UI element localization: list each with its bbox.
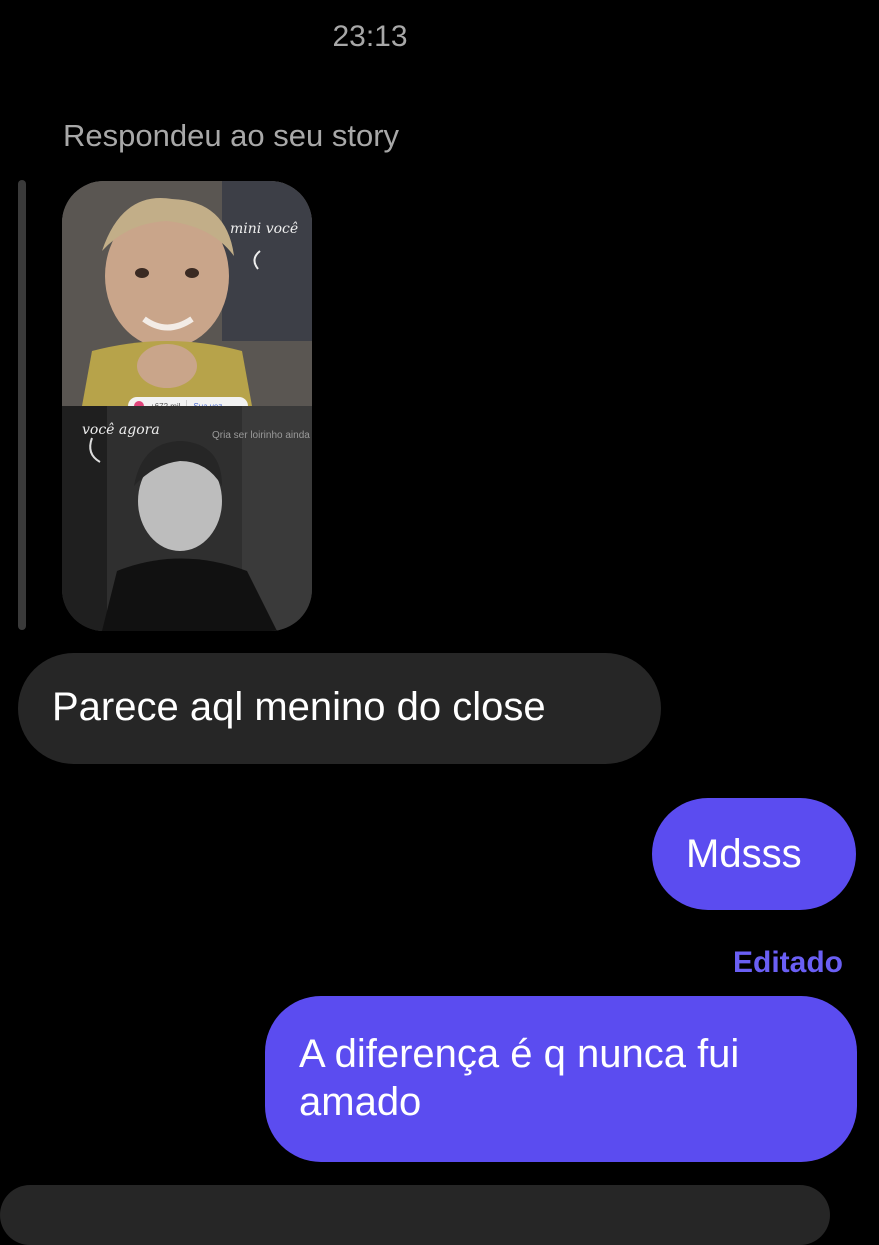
child-photo-illustration (62, 181, 312, 406)
story-overlay-text: Qria ser loirinho ainda (212, 430, 310, 441)
message-bubble-sent[interactable]: A diferença é q nunca fui amado (265, 996, 857, 1162)
story-photo-top: mini você (62, 181, 312, 406)
message-bubble-partial (0, 1185, 830, 1245)
story-caption-mini: mini você (230, 221, 299, 237)
story-preview[interactable]: mini você +672 mil Sua vez você agora Qr… (62, 181, 312, 631)
story-caption-agora: você agora (82, 422, 160, 438)
message-bubble-sent[interactable]: Mdsss (652, 798, 856, 910)
message-bubble-received[interactable]: Parece aql menino do close (18, 653, 661, 764)
edited-label: Editado (733, 946, 843, 979)
message-timestamp: 23:13 (332, 20, 408, 53)
reply-quote-bar (18, 180, 26, 630)
story-photo-bottom: você agora Qria ser loirinho ainda (62, 406, 312, 631)
story-reply-label: Respondeu ao seu story (63, 118, 400, 153)
